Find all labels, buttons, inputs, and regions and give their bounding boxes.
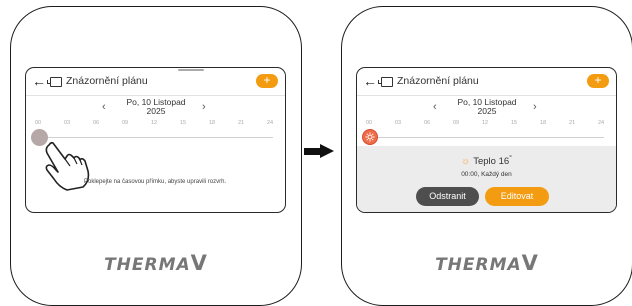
header: ← Znázornění plánu + — [357, 68, 616, 96]
add-button[interactable]: + — [256, 74, 278, 88]
hour-label: 09 — [121, 120, 129, 126]
drag-handle — [178, 69, 204, 71]
temperature-value: 16 — [498, 156, 510, 168]
therma-v-logo: THERMAV — [11, 251, 301, 275]
hour-label: 21 — [237, 120, 245, 126]
hour-label: 24 — [266, 120, 274, 126]
date-selector: ‹ Po, 10 Listopad 2025 › — [26, 96, 285, 118]
date-label: Po, 10 Listopad 2025 — [447, 98, 527, 116]
chevron-right-icon[interactable]: › — [533, 102, 537, 113]
therma-v-logo: THERMAV — [342, 251, 632, 275]
brand-text: THERMA — [435, 255, 522, 275]
chevron-right-icon[interactable]: › — [202, 102, 206, 113]
date-year: 2025 — [477, 106, 497, 116]
brand-text: THERMA — [104, 255, 191, 275]
hour-label: 00 — [34, 120, 42, 126]
timeline[interactable] — [369, 137, 604, 138]
page-title: Znázornění plánu — [66, 75, 148, 87]
header: ← Znázornění plánu + — [26, 68, 285, 96]
timeline-hint: Poklepejte na časovou přímku, abyste upr… — [84, 179, 227, 185]
screen-right: ← Znázornění plánu + ‹ Po, 10 Listopad 2… — [356, 67, 617, 213]
brand-v: V — [190, 251, 208, 275]
hour-label: 15 — [179, 120, 187, 126]
chevron-left-icon[interactable]: ‹ — [102, 102, 106, 113]
temperature-unit: ° — [509, 155, 512, 162]
hour-labels: 00 03 06 09 12 15 18 21 24 — [357, 120, 616, 129]
add-button[interactable]: + — [587, 74, 609, 88]
event-mode-temp: ☼ Teplo 16° — [357, 155, 616, 167]
timeline[interactable] — [38, 137, 273, 138]
date-label: Po, 10 Listopad 2025 — [116, 98, 196, 116]
hour-label: 21 — [568, 120, 576, 126]
hour-label: 12 — [481, 120, 489, 126]
schedule-view-icon — [378, 77, 393, 87]
hour-label: 06 — [423, 120, 431, 126]
hour-label: 18 — [208, 120, 216, 126]
back-arrow-icon[interactable]: ← — [32, 74, 46, 88]
delete-button[interactable]: Odstranit — [416, 187, 479, 206]
hour-labels: 00 03 06 09 12 15 18 21 24 — [26, 120, 285, 129]
hour-label: 15 — [510, 120, 518, 126]
back-arrow-icon[interactable]: ← — [363, 74, 377, 88]
date-year: 2025 — [146, 106, 166, 116]
hour-label: 03 — [63, 120, 71, 126]
device-left: ← Znázornění plánu + ‹ Po, 10 Listopad 2… — [10, 6, 302, 306]
date-selector: ‹ Po, 10 Listopad 2025 › — [357, 96, 616, 118]
device-right: ← Znázornění plánu + ‹ Po, 10 Listopad 2… — [341, 6, 632, 306]
brand-v: V — [521, 251, 539, 275]
hour-label: 06 — [92, 120, 100, 126]
hour-label: 03 — [394, 120, 402, 126]
page-title: Znázornění plánu — [397, 75, 479, 87]
arrow-right-icon — [304, 144, 334, 158]
hour-label: 24 — [597, 120, 605, 126]
hour-label: 09 — [452, 120, 460, 126]
hour-label: 00 — [365, 120, 373, 126]
heating-event-marker[interactable] — [362, 129, 378, 145]
chevron-left-icon[interactable]: ‹ — [433, 102, 437, 113]
sun-icon — [365, 132, 375, 142]
screen-left: ← Znázornění plánu + ‹ Po, 10 Listopad 2… — [25, 67, 286, 213]
edit-button[interactable]: Editovat — [485, 187, 549, 206]
schedule-view-icon — [47, 77, 62, 87]
hour-label: 12 — [150, 120, 158, 126]
event-schedule: 00:00, Každý den — [461, 171, 512, 178]
sun-icon: ☼ — [461, 156, 471, 168]
hour-label: 18 — [539, 120, 547, 126]
mode-label: Teplo — [473, 156, 496, 168]
